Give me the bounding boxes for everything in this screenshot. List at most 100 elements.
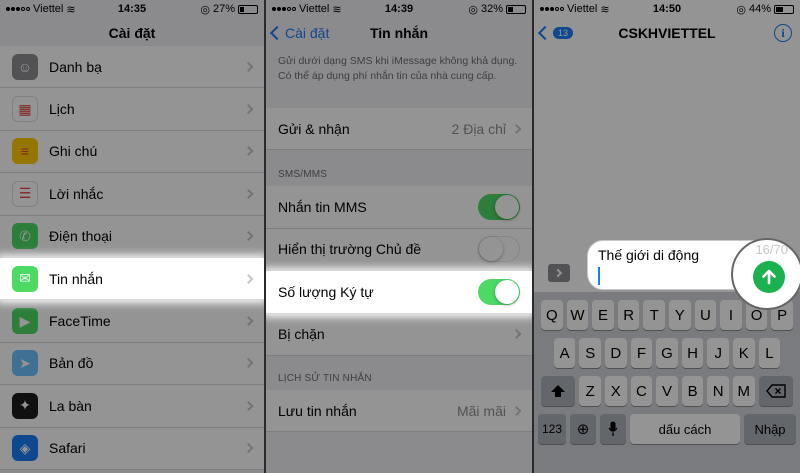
key-d[interactable]: D (605, 338, 627, 368)
row-label: Nhắn tin MMS (278, 199, 367, 216)
key-z[interactable]: Z (579, 376, 602, 406)
key-j[interactable]: J (707, 338, 729, 368)
status-bar: Viettel ≋ 14:35 ◎ 27% (0, 0, 264, 18)
key-u[interactable]: U (694, 300, 717, 330)
back-button[interactable]: Cài đặt (269, 18, 329, 48)
key-k[interactable]: K (732, 338, 755, 368)
settings-row-maps[interactable]: ➤ Bản đồ (0, 342, 264, 386)
chevron-right-icon (243, 104, 254, 115)
settings-row-reminders[interactable]: ☰ Lời nhắc (0, 173, 264, 216)
settings-row-compass[interactable]: ✦ La bàn (0, 385, 264, 428)
settings-row-label: Lịch (49, 101, 75, 118)
settings-row-contacts[interactable]: ☺ Danh bạ (0, 46, 264, 89)
settings-row-safari[interactable]: ◈ Safari (0, 427, 264, 470)
settings-row-label: Danh bạ (49, 58, 102, 75)
key-r[interactable]: R (617, 300, 640, 330)
carrier-name: Viettel (33, 3, 64, 15)
chevron-right-icon (243, 231, 254, 242)
settings-list: ☺ Danh bạ ▦ Lịch ≡ Ghi chú ☰ Lời nhắc ✆ Điện thoạ… (0, 46, 264, 470)
microphone-icon (608, 421, 618, 436)
blocked-row[interactable]: Bị chặn (266, 313, 532, 356)
info-icon[interactable]: i (774, 24, 792, 42)
conversation-title: CSKHVIETTEL (618, 25, 716, 41)
row-value: 2 Địa chỉ (451, 120, 506, 137)
chevron-right-icon (511, 405, 522, 416)
facetime-icon: ▶ (12, 308, 38, 335)
section-header-history: LỊCH SỬ TIN NHẮN (278, 372, 372, 384)
character-counter: 16/70 (755, 242, 788, 257)
key-n[interactable]: N (707, 376, 729, 406)
settings-row-calendar[interactable]: ▦ Lịch (0, 88, 264, 131)
signal-icon (272, 7, 296, 11)
settings-row-label: Ghi chú (49, 143, 98, 160)
key-w[interactable]: W (566, 300, 589, 330)
chevron-right-icon (243, 146, 254, 157)
nav-bar: Cài đặt (0, 18, 264, 48)
key-c[interactable]: C (630, 376, 653, 406)
settings-row-label: La bàn (49, 397, 92, 414)
key-q[interactable]: Q (541, 300, 563, 330)
key-a[interactable]: A (553, 338, 576, 368)
char-count-toggle[interactable] (478, 278, 520, 305)
key-e[interactable]: E (592, 300, 614, 330)
settings-row-label: Tin nhắn (49, 270, 103, 287)
key-i[interactable]: I (720, 300, 742, 330)
send-receive-row[interactable]: Gửi & nhận 2 Địa chỉ (266, 108, 532, 151)
section-header-sms: SMS/MMS (278, 169, 328, 181)
row-label: Gửi & nhận (278, 120, 350, 137)
chevron-right-icon (243, 316, 254, 326)
key-s[interactable]: S (579, 338, 602, 368)
nav-bar: Cài đặt Tin nhắn (266, 18, 532, 48)
key-v[interactable]: V (656, 376, 678, 406)
row-value: Mãi mãi (456, 402, 506, 419)
calendar-icon: ▦ (12, 96, 38, 123)
expand-apps-button[interactable] (548, 264, 570, 282)
settings-row-messages[interactable]: ✉ Tin nhắn (0, 257, 264, 301)
battery-percent: 44% (748, 3, 771, 15)
chevron-left-icon (537, 25, 553, 41)
key-b[interactable]: B (681, 376, 704, 406)
subject-toggle[interactable] (478, 236, 520, 263)
battery-icon (238, 4, 258, 14)
draft-text: Thế giới di động (598, 247, 700, 263)
key-x[interactable]: X (605, 376, 627, 406)
battery-icon (506, 4, 526, 14)
compass-icon: ✦ (12, 392, 38, 419)
notes-icon: ≡ (12, 138, 38, 165)
dictation-key[interactable] (600, 414, 626, 444)
globe-key[interactable]: ⊕ (570, 414, 596, 444)
send-button[interactable] (753, 261, 785, 293)
shift-key[interactable] (541, 376, 576, 406)
key-t[interactable]: T (643, 300, 665, 330)
settings-row-label: FaceTime (49, 313, 111, 330)
lock-rotation-icon: ◎ (736, 3, 746, 16)
chevron-right-icon (243, 443, 254, 454)
back-button[interactable]: 13 (537, 18, 574, 48)
delete-key[interactable] (758, 376, 793, 406)
keep-messages-row[interactable]: Lưu tin nhắn Mãi mãi (266, 389, 532, 433)
settings-row-phone[interactable]: ✆ Điện thoại (0, 215, 264, 258)
settings-row-facetime[interactable]: ▶ FaceTime (0, 300, 264, 343)
chevron-right-icon (243, 400, 254, 411)
key-h[interactable]: H (681, 338, 704, 368)
messages-settings-panel: Viettel ≋ 14:39 ◎ 32% Cài đặt Tin nhắn G… (266, 0, 532, 473)
key-m[interactable]: M (732, 376, 755, 406)
settings-row-notes[interactable]: ≡ Ghi chú (0, 130, 264, 174)
key-f[interactable]: F (630, 338, 653, 368)
key-l[interactable]: L (758, 338, 781, 368)
key-g[interactable]: G (656, 338, 678, 368)
wifi-icon: ≋ (600, 3, 610, 16)
keyboard: QWERTYUIOP ASDFGHJKL ZXCVBNM 123 ⊕ dấu c… (534, 292, 800, 473)
chevron-right-icon (511, 123, 522, 134)
lock-rotation-icon: ◎ (468, 3, 478, 16)
numbers-key[interactable]: 123 (538, 414, 566, 444)
row-label: Hiển thị trường Chủ đề (278, 241, 422, 258)
mms-toggle[interactable] (478, 194, 520, 221)
space-key[interactable]: dấu cách (630, 414, 740, 444)
settings-row-label: Safari (49, 440, 86, 457)
key-y[interactable]: Y (669, 300, 691, 330)
battery-percent: 32% (480, 3, 503, 15)
return-key[interactable]: Nhập (744, 414, 796, 444)
shift-icon (551, 385, 566, 397)
row-label: Lưu tin nhắn (278, 402, 357, 419)
